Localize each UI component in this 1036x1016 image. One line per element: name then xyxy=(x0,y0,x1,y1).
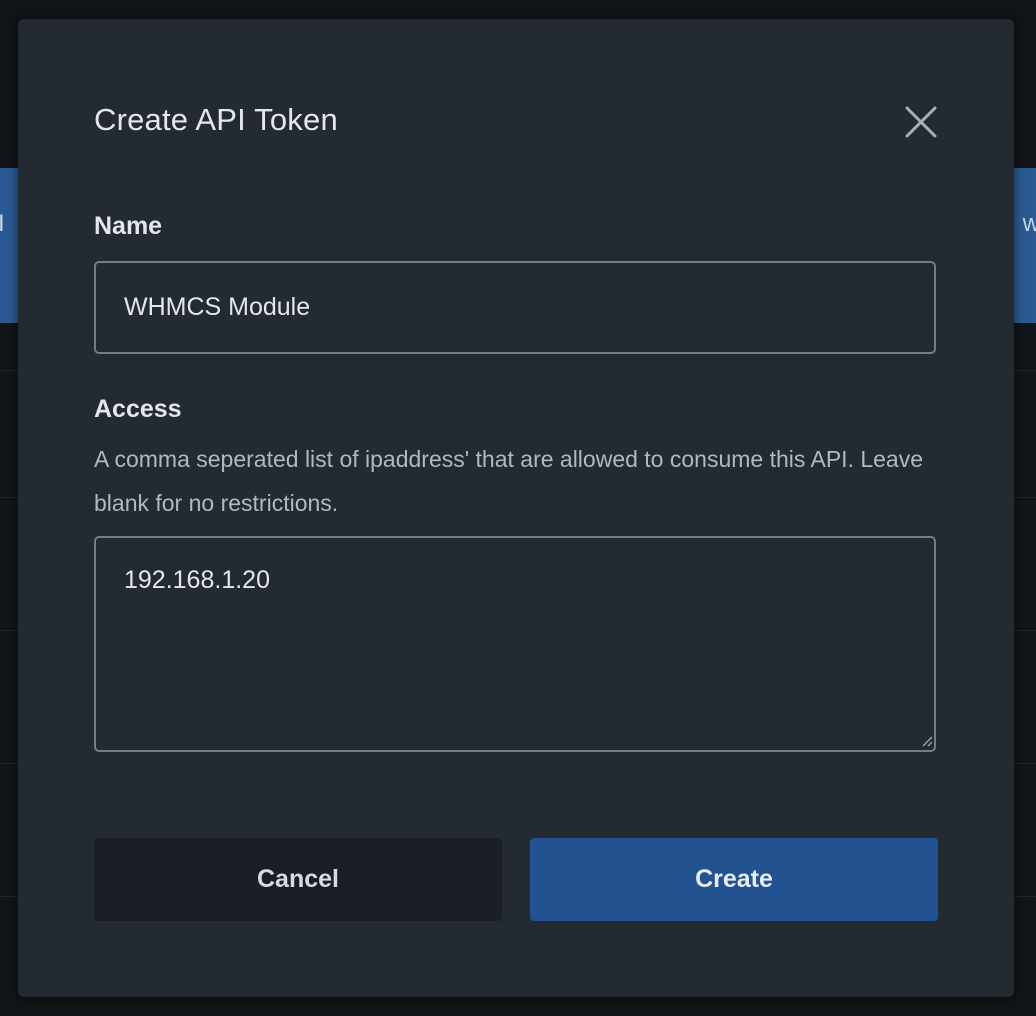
modal-title: Create API Token xyxy=(94,102,338,137)
access-help-text: A comma seperated list of ipaddress' tha… xyxy=(94,446,924,516)
close-button[interactable] xyxy=(902,103,940,141)
name-label: Name xyxy=(94,212,163,240)
background-banner-left-text: I xyxy=(0,210,5,237)
close-icon xyxy=(905,106,937,138)
name-input[interactable] xyxy=(94,261,936,354)
access-label: Access xyxy=(94,395,182,423)
create-api-token-modal: Create API Token Name Access A comma sep… xyxy=(18,19,1014,997)
resize-handle-icon[interactable] xyxy=(921,735,933,747)
access-textarea[interactable]: 192.168.1.20 xyxy=(94,536,936,752)
background-banner-right-text: w xyxy=(1022,210,1036,237)
cancel-button[interactable]: Cancel xyxy=(94,838,502,921)
create-button[interactable]: Create xyxy=(530,838,938,921)
